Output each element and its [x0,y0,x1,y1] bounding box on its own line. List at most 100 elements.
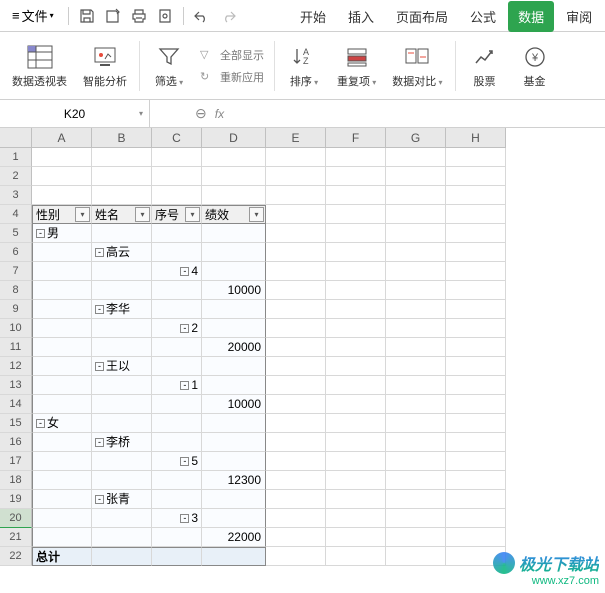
cell[interactable] [446,528,506,547]
cell[interactable] [32,300,92,319]
cell[interactable] [386,433,446,452]
cell[interactable] [202,452,266,471]
cell[interactable] [326,490,386,509]
column-header[interactable]: C [152,128,202,148]
pivot-table-button[interactable]: 数据透视表 [6,36,73,96]
cell[interactable] [32,186,92,205]
cell[interactable] [202,376,266,395]
cell[interactable] [446,300,506,319]
cell[interactable] [92,319,152,338]
cell[interactable] [326,243,386,262]
cell[interactable] [32,148,92,167]
row-header[interactable]: 5 [0,224,32,243]
cell[interactable] [326,338,386,357]
redo-icon[interactable] [216,4,240,28]
cell[interactable] [32,509,92,528]
cell[interactable] [446,243,506,262]
cell[interactable] [446,490,506,509]
cell[interactable] [326,433,386,452]
cell[interactable] [266,319,326,338]
cell[interactable] [92,186,152,205]
collapse-icon[interactable]: - [95,438,104,447]
cell[interactable]: -高云 [92,243,152,262]
cell[interactable] [386,243,446,262]
cell[interactable] [152,528,202,547]
cell[interactable] [32,357,92,376]
cell[interactable] [32,452,92,471]
save-icon[interactable] [75,4,99,28]
cell[interactable] [446,338,506,357]
cell[interactable] [326,319,386,338]
row-header[interactable]: 21 [0,528,32,547]
data-compare-button[interactable]: 数据对比 ▾ [386,36,448,96]
cell[interactable] [386,395,446,414]
cell[interactable] [202,433,266,452]
cell[interactable] [32,338,92,357]
cell[interactable] [92,509,152,528]
cell[interactable]: 22000 [202,528,266,547]
cell[interactable]: 性别▾ [32,205,92,224]
cell[interactable] [266,471,326,490]
cell[interactable] [92,167,152,186]
cell[interactable] [446,471,506,490]
stock-button[interactable]: 股票 [462,36,508,96]
tab-formula[interactable]: 公式 [460,1,506,32]
file-menu[interactable]: ≡ 文件 ▾ [4,2,62,29]
cell[interactable] [202,357,266,376]
save-as-icon[interactable] [101,4,125,28]
cell[interactable] [266,167,326,186]
cell[interactable]: -3 [152,509,202,528]
cell[interactable] [326,186,386,205]
cell[interactable] [266,338,326,357]
column-header[interactable]: A [32,128,92,148]
cell[interactable] [92,471,152,490]
tab-data[interactable]: 数据 [508,1,554,32]
cell[interactable]: -李桥 [92,433,152,452]
cell[interactable] [266,509,326,528]
tab-layout[interactable]: 页面布局 [386,1,458,32]
cell[interactable] [326,281,386,300]
cell[interactable] [266,148,326,167]
cell[interactable] [326,395,386,414]
cell[interactable] [326,471,386,490]
column-header[interactable]: B [92,128,152,148]
cell[interactable] [92,376,152,395]
cell[interactable] [326,300,386,319]
collapse-icon[interactable]: - [95,362,104,371]
cell[interactable]: -1 [152,376,202,395]
cell[interactable] [32,167,92,186]
cell[interactable] [92,414,152,433]
cell[interactable] [92,395,152,414]
collapse-icon[interactable]: - [180,324,189,333]
cell[interactable] [326,414,386,433]
row-header[interactable]: 4 [0,205,32,224]
cell[interactable] [202,148,266,167]
row-header[interactable]: 8 [0,281,32,300]
cell[interactable] [386,167,446,186]
cell[interactable] [152,490,202,509]
cell[interactable] [446,319,506,338]
cell[interactable] [92,528,152,547]
cell[interactable] [266,243,326,262]
column-header[interactable]: E [266,128,326,148]
row-header[interactable]: 13 [0,376,32,395]
cell[interactable]: -李华 [92,300,152,319]
cell[interactable] [386,300,446,319]
cell[interactable] [152,414,202,433]
cell[interactable] [326,357,386,376]
cell[interactable] [152,243,202,262]
cell[interactable] [446,547,506,566]
cell[interactable] [386,490,446,509]
cell[interactable] [386,471,446,490]
column-header[interactable]: G [386,128,446,148]
row-header[interactable]: 17 [0,452,32,471]
cell[interactable] [92,224,152,243]
cell[interactable] [446,357,506,376]
row-header[interactable]: 6 [0,243,32,262]
cell[interactable] [446,452,506,471]
cell[interactable] [386,357,446,376]
collapse-icon[interactable]: - [95,248,104,257]
cell[interactable] [92,281,152,300]
cell[interactable] [446,433,506,452]
filter-dropdown-icon[interactable]: ▾ [249,207,264,222]
